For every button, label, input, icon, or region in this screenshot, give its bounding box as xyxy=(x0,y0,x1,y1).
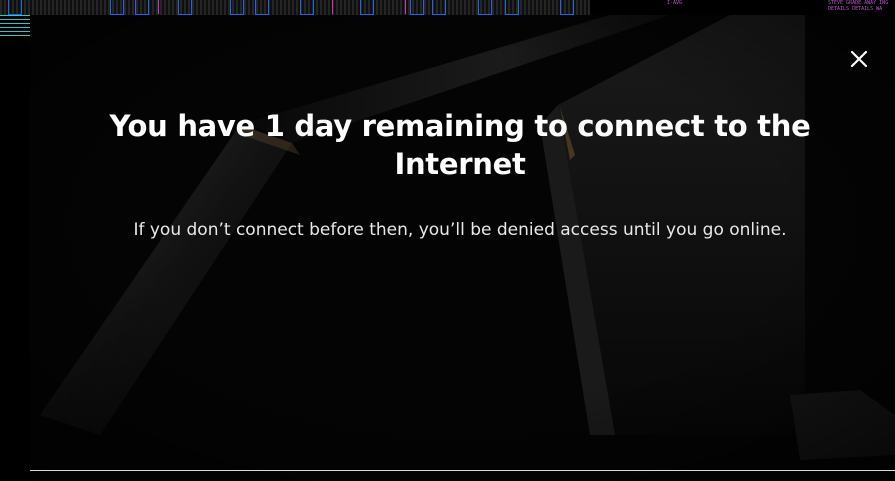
divider xyxy=(30,470,895,471)
background-drawing-label: I-AVG xyxy=(667,0,683,6)
background-drawing-notes: STEVE GRADE AWAY ING DETAILS DETAILS WA xyxy=(828,0,889,12)
app-screen: I-AVG STEVE GRADE AWAY ING DETAILS DETAI… xyxy=(0,0,895,481)
background-drawing-left xyxy=(0,15,30,47)
dialog-title: You have 1 day remaining to connect to t… xyxy=(109,109,811,181)
dialog-message: If you don’t connect before then, you’ll… xyxy=(133,220,787,240)
hero-background-image xyxy=(30,15,895,481)
close-button[interactable] xyxy=(849,49,869,69)
offline-warning-dialog: You have 1 day remaining to connect to t… xyxy=(30,15,895,481)
close-icon xyxy=(850,50,868,68)
background-drawing-strip xyxy=(0,0,590,15)
